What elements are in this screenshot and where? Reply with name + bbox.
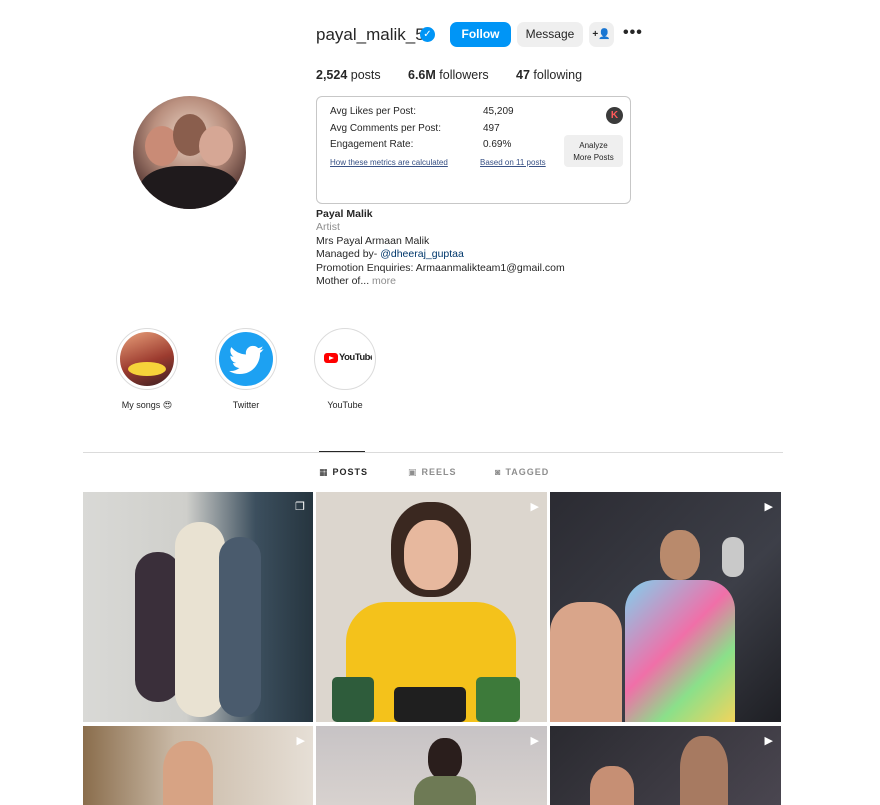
- highlight-my-songs-thumb: [120, 332, 174, 386]
- post-thumbnail-2[interactable]: ▶: [316, 492, 547, 722]
- post-6-person-a: [590, 766, 634, 805]
- reel-icon: ▶: [530, 735, 539, 747]
- post-thumbnail-6[interactable]: ▶: [550, 726, 781, 805]
- tab-posts-label: POSTS: [332, 467, 369, 477]
- tab-tagged-label: TAGGED: [505, 467, 550, 477]
- followers-count-value: 6.6M: [408, 68, 436, 82]
- post-4-head: [163, 741, 213, 805]
- highlight-youtube[interactable]: YouTube: [314, 328, 376, 390]
- following-count-value: 47: [516, 68, 530, 82]
- post-thumbnail-5[interactable]: ▶: [316, 726, 547, 805]
- youtube-wordmark: YouTube: [339, 352, 372, 363]
- post-2-product-2: [394, 687, 466, 722]
- highlight-twitter-thumb: [219, 332, 273, 386]
- bio-managed: Managed by- @dheeraj_guptaa: [316, 248, 464, 260]
- profile-username: payal_malik_53: [316, 25, 435, 44]
- post-2-face: [404, 520, 458, 590]
- post-3-man-shirt: [625, 580, 735, 722]
- post-thumbnail-4[interactable]: ▶: [83, 726, 313, 805]
- reel-icon: ▶: [530, 501, 539, 513]
- highlight-youtube-thumb: YouTube: [318, 332, 372, 386]
- post-3-microphone: [722, 537, 744, 577]
- posts-count-label: posts: [350, 68, 381, 82]
- post-2-product-1: [332, 677, 374, 722]
- tab-reels[interactable]: ▣ REELS: [408, 467, 457, 478]
- reel-icon: ▶: [764, 735, 773, 747]
- reels-icon: ▣: [408, 467, 418, 477]
- bio-more-link[interactable]: more: [369, 275, 396, 287]
- tagged-icon: ◙: [495, 467, 502, 477]
- tab-tagged[interactable]: ◙ TAGGED: [495, 467, 549, 477]
- post-1-person-b: [175, 522, 225, 717]
- following-count-label: following: [533, 68, 583, 82]
- avatar-person-right: [199, 126, 233, 166]
- post-1-person-c: [219, 537, 261, 717]
- bio-category: Artist: [316, 221, 340, 233]
- highlight-my-songs-label: My songs 😍: [121, 400, 173, 410]
- bio-line-1: Mrs Payal Armaan Malik: [316, 235, 430, 247]
- post-thumbnail-3[interactable]: ▶: [550, 492, 781, 722]
- engagement-value: 0.69%: [483, 139, 512, 150]
- following-count[interactable]: 47 following: [516, 68, 582, 82]
- post-5-body: [414, 776, 476, 805]
- bio-name: Payal Malik: [316, 208, 373, 220]
- active-tab-indicator: [319, 451, 365, 452]
- grid-icon: ▦: [319, 467, 329, 477]
- bio-managed-tag-link[interactable]: @dheeraj_guptaa: [380, 248, 464, 260]
- post-3-woman: [550, 602, 622, 722]
- highlight-my-songs[interactable]: [116, 328, 178, 390]
- bio-line-4-text: Mother of...: [316, 275, 370, 287]
- follow-button[interactable]: Follow: [450, 22, 511, 47]
- profile-avatar[interactable]: [133, 96, 246, 209]
- carousel-icon: ❐: [295, 501, 305, 513]
- add-user-icon[interactable]: +👤: [589, 22, 614, 47]
- metrics-based-link[interactable]: Based on 11 posts: [480, 158, 546, 167]
- bio-line-3: Promotion Enquiries: Armaanmalikteam1@gm…: [316, 262, 565, 274]
- analyze-more-posts-button[interactable]: Analyze More Posts: [564, 135, 623, 167]
- metrics-panel: Avg Likes per Post: 45,209 Avg Comments …: [316, 96, 631, 204]
- reel-icon: ▶: [764, 501, 773, 513]
- metrics-how-link[interactable]: How these metrics are calculated: [330, 158, 448, 167]
- avatar-clothes: [139, 166, 239, 209]
- analyze-label-1: Analyze: [579, 141, 608, 150]
- tab-reels-label: REELS: [421, 467, 457, 477]
- k-logo-icon: K: [606, 107, 623, 124]
- post-3-man-head: [660, 530, 700, 580]
- bio-line-4: Mother of... more: [316, 275, 396, 287]
- highlight-song-banner: [128, 362, 166, 376]
- post-5-head: [428, 738, 462, 780]
- reel-icon: ▶: [296, 735, 305, 747]
- more-options-icon[interactable]: •••: [623, 25, 643, 41]
- highlight-twitter-label: Twitter: [232, 400, 260, 410]
- youtube-play-triangle: [329, 355, 334, 360]
- posts-count: 2,524 posts: [316, 68, 381, 82]
- tabs-divider: [83, 452, 783, 453]
- followers-count-label: followers: [439, 68, 489, 82]
- highlight-twitter[interactable]: [215, 328, 277, 390]
- message-button[interactable]: Message: [517, 22, 583, 47]
- engagement-label: Engagement Rate:: [330, 139, 414, 150]
- avg-likes-value: 45,209: [483, 106, 514, 117]
- verified-badge-icon: ✓: [420, 27, 435, 42]
- avg-comments-label: Avg Comments per Post:: [330, 123, 441, 134]
- analyze-label-2: More Posts: [573, 153, 614, 162]
- post-6-person-b: [680, 736, 728, 805]
- bio-managed-prefix: Managed by-: [316, 248, 381, 260]
- post-thumbnail-1[interactable]: ❐: [83, 492, 313, 722]
- twitter-bird-icon: [228, 345, 264, 375]
- post-2-product-3: [476, 677, 520, 722]
- avg-comments-value: 497: [483, 123, 500, 134]
- avg-likes-label: Avg Likes per Post:: [330, 106, 416, 117]
- posts-count-value: 2,524: [316, 68, 348, 82]
- highlight-youtube-label: YouTube: [327, 400, 363, 410]
- followers-count[interactable]: 6.6M followers: [408, 68, 489, 82]
- tab-posts[interactable]: ▦ POSTS: [319, 467, 368, 478]
